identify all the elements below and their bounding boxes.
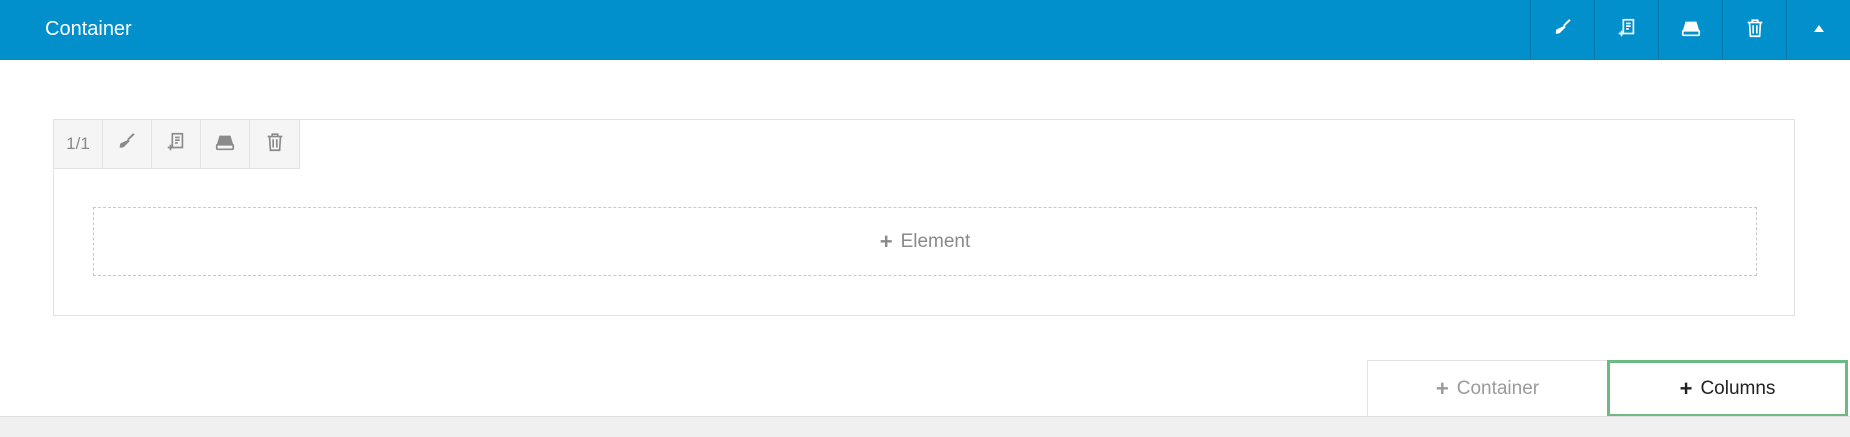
add-columns-button[interactable]: + Columns xyxy=(1607,360,1848,417)
container-title: Container xyxy=(45,18,132,40)
trash-icon xyxy=(264,131,286,158)
collapse-container-button[interactable] xyxy=(1786,0,1850,60)
delete-column-button[interactable] xyxy=(250,120,299,168)
delete-container-button[interactable] xyxy=(1722,0,1786,60)
column-size-label[interactable]: 1/1 xyxy=(54,120,103,168)
footer-strip xyxy=(0,416,1850,437)
add-element-label: Element xyxy=(900,230,971,252)
brush-icon xyxy=(116,131,138,158)
add-container-button[interactable]: + Container xyxy=(1367,360,1607,417)
duplicate-container-button[interactable] xyxy=(1594,0,1658,60)
container-header: Container xyxy=(0,0,1850,60)
add-container-label: Container xyxy=(1456,378,1540,399)
bottom-add-bar: + Container + Columns xyxy=(1367,360,1848,417)
plus-icon: + xyxy=(879,228,893,254)
add-columns-label: Columns xyxy=(1700,377,1776,399)
column-toolbar: 1/1 xyxy=(54,120,300,169)
plus-icon: + xyxy=(1435,376,1449,401)
duplicate-column-button[interactable] xyxy=(152,120,201,168)
add-element-button[interactable]: + Element xyxy=(93,207,1757,276)
edit-container-button[interactable] xyxy=(1530,0,1594,60)
drive-icon xyxy=(214,131,236,158)
edit-column-button[interactable] xyxy=(103,120,152,168)
column-box: 1/1 + Element xyxy=(53,119,1795,316)
save-container-button[interactable] xyxy=(1658,0,1722,60)
trash-icon xyxy=(1744,17,1766,44)
brush-icon xyxy=(1552,17,1574,44)
header-actions xyxy=(1530,0,1850,60)
plus-icon: + xyxy=(1679,375,1693,401)
duplicate-icon xyxy=(1616,17,1638,44)
duplicate-icon xyxy=(165,131,187,158)
save-column-button[interactable] xyxy=(201,120,250,168)
drive-icon xyxy=(1680,17,1702,44)
triangle-up-icon xyxy=(1812,21,1826,40)
